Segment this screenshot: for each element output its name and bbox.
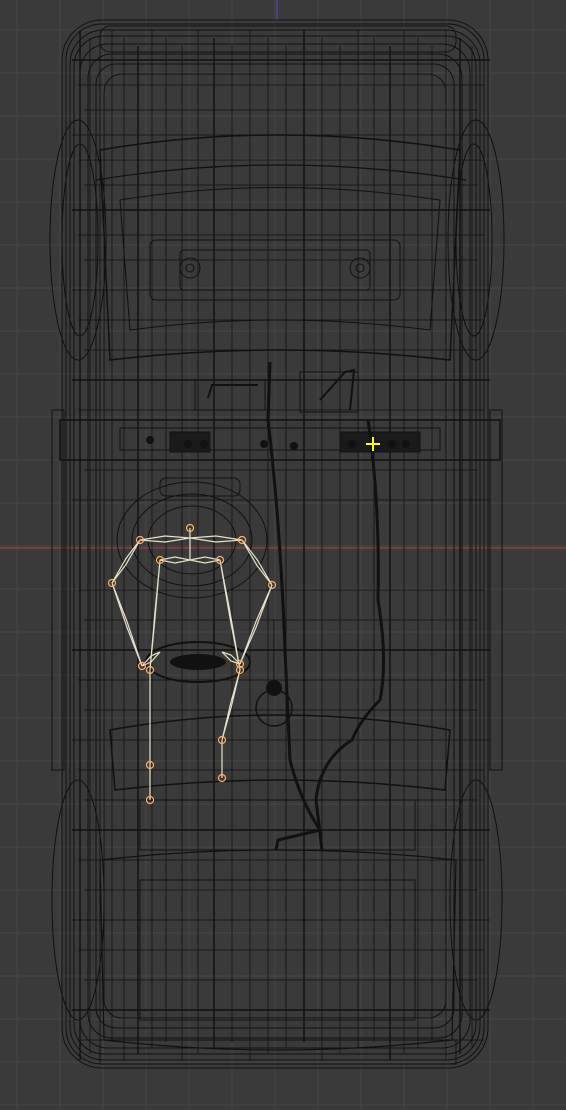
hood-inner (119, 187, 441, 331)
handbrake-box (299, 371, 359, 413)
right-shock-tower-center (355, 263, 365, 273)
front-right-wheel (455, 143, 493, 337)
bone (241, 539, 273, 586)
left-shock-tower-center (185, 263, 195, 273)
bone (189, 556, 221, 564)
hood-outline (99, 134, 461, 361)
dashboard (59, 419, 501, 461)
rear-seat (109, 714, 451, 791)
right-cable (314, 419, 386, 851)
left-shock-tower (179, 257, 201, 279)
bone (159, 556, 191, 564)
steering-wheel-hub (170, 654, 226, 670)
dashboard-gauge (200, 440, 208, 448)
hood-curve (95, 164, 467, 181)
viewport-grid (0, 0, 566, 1110)
3d-viewport[interactable] (0, 0, 566, 1110)
right-door-frame (489, 409, 503, 771)
handbrake-lever (319, 368, 356, 411)
car-wireframe[interactable] (49, 19, 505, 1069)
bone (139, 535, 191, 543)
dashboard-gauge (348, 440, 356, 448)
driver-seat-inner (131, 493, 253, 587)
dashboard-gauge (402, 440, 410, 448)
dashboard-gauge (388, 440, 396, 448)
viewport-scene[interactable] (0, 0, 566, 1110)
dashboard-gauge (146, 436, 154, 444)
bone (239, 584, 273, 665)
bone (221, 669, 241, 741)
dashboard-gauge (290, 442, 298, 450)
dashboard-gauge (260, 440, 268, 448)
center-cable (266, 361, 323, 851)
gear-shifter-knob (266, 680, 282, 696)
pedal-rod (207, 384, 258, 399)
dashboard-gauge (184, 440, 192, 448)
driver-headrest (159, 477, 241, 497)
right-shock-tower (349, 257, 371, 279)
